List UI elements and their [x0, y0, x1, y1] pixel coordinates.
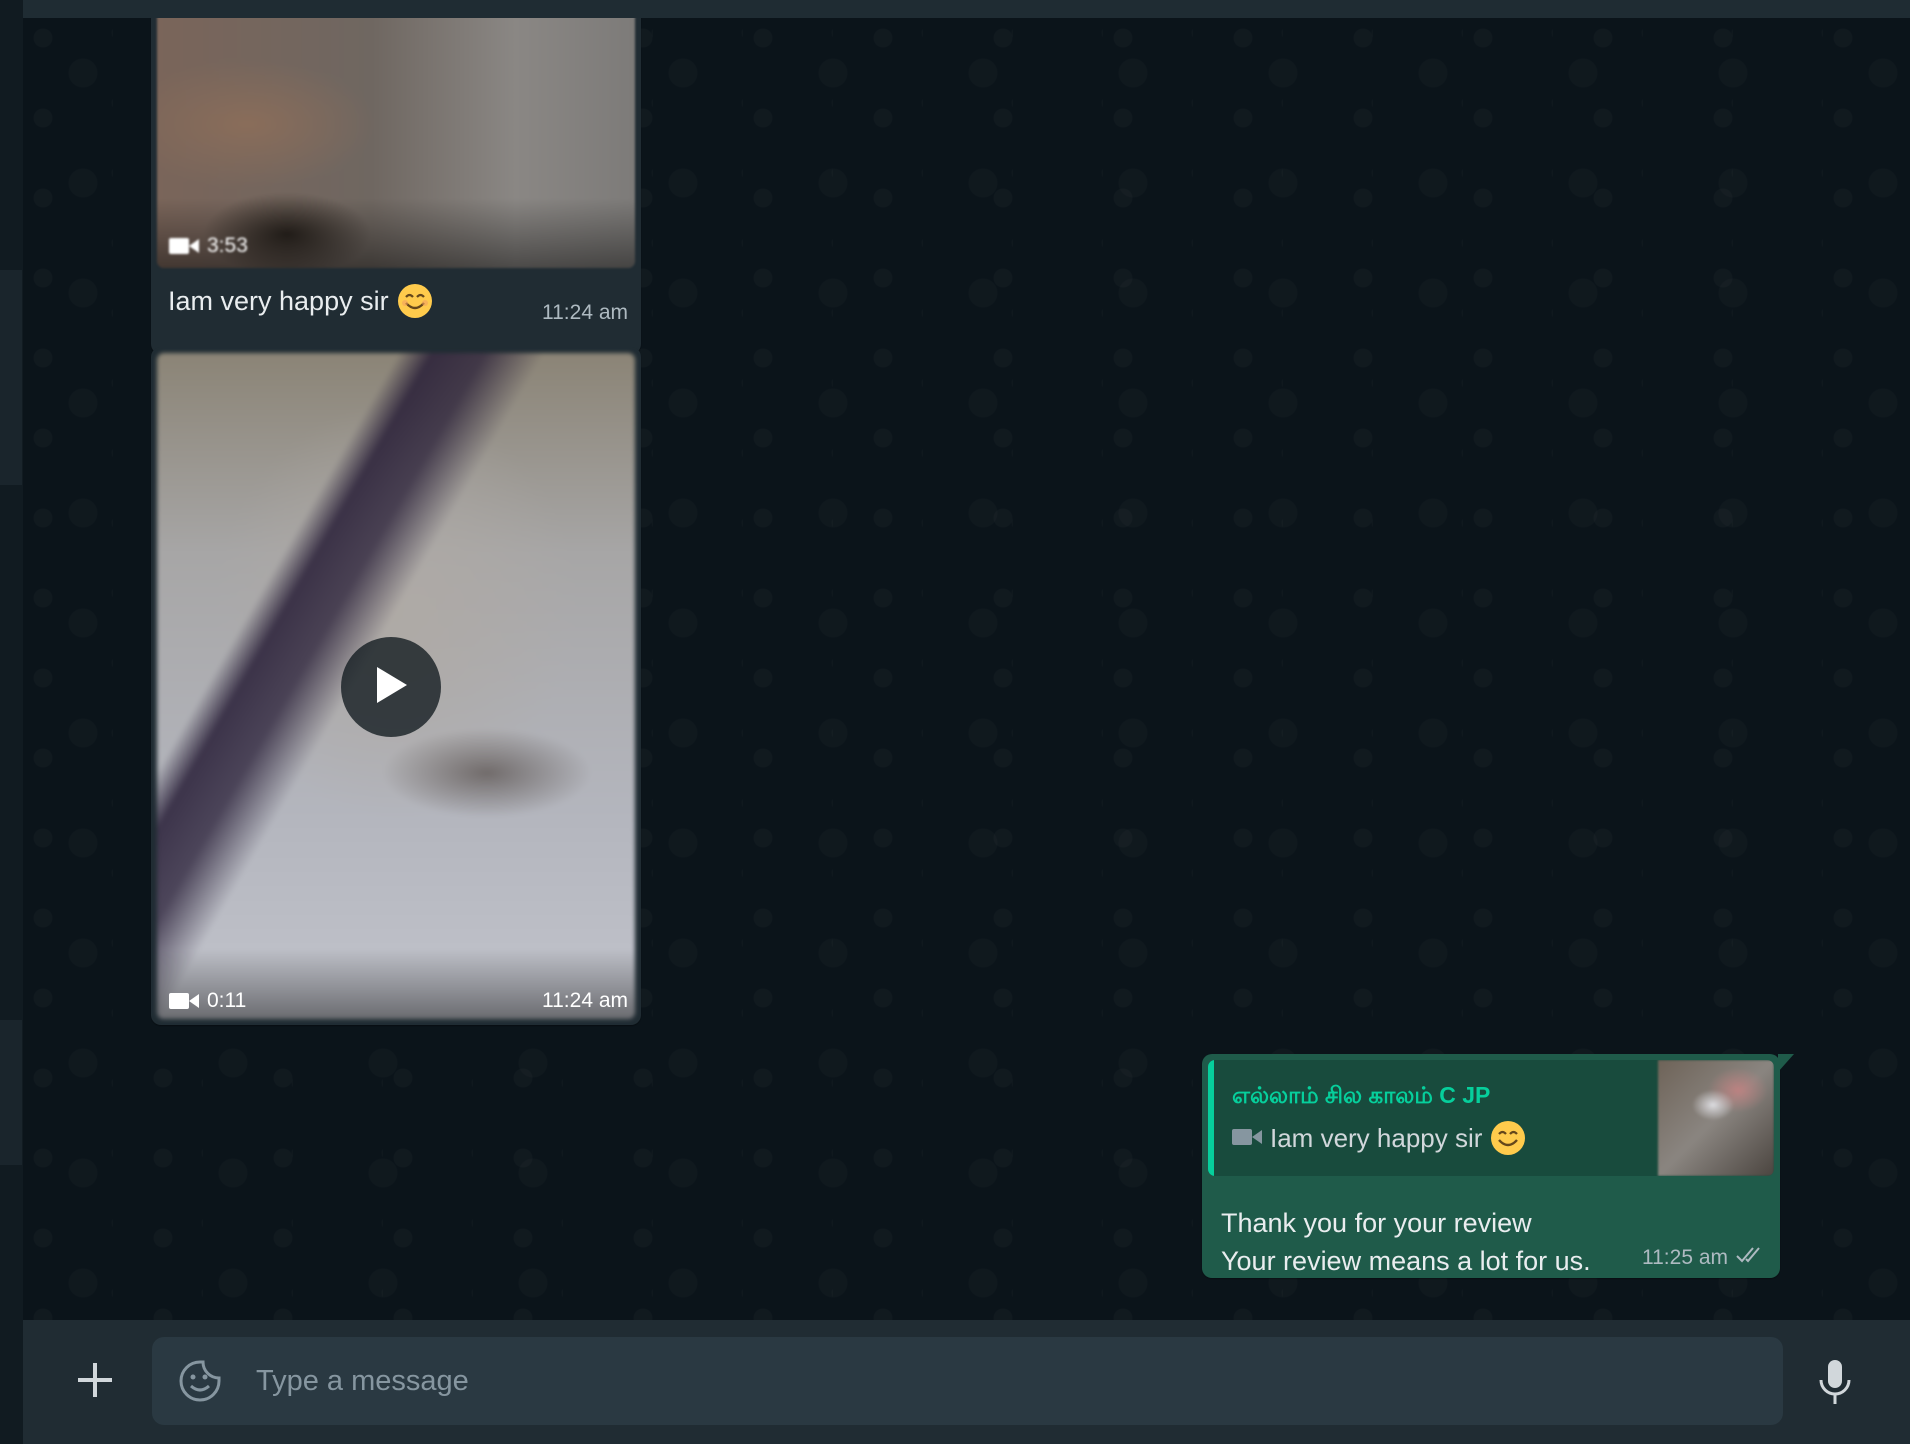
quoted-thumbnail — [1658, 1060, 1774, 1176]
smiling-face-icon — [1490, 1120, 1526, 1156]
message-input-box[interactable]: Type a message — [152, 1337, 1783, 1425]
message-text-line: Thank you for your review — [1221, 1208, 1532, 1238]
message-time: 11:24 am — [542, 301, 628, 324]
message-time: 11:24 am — [542, 989, 628, 1012]
video-icon — [169, 236, 199, 256]
message-composer: Type a message — [23, 1320, 1910, 1444]
sticker-button[interactable] — [178, 1359, 222, 1403]
voice-message-button[interactable] — [1813, 1356, 1857, 1408]
quoted-text: Iam very happy sir — [1232, 1120, 1526, 1156]
sticker-icon — [178, 1360, 222, 1407]
chat-list-edge — [0, 0, 24, 1444]
video-duration: 3:53 — [169, 234, 248, 258]
whatsapp-chat-window: 3:53 Iam very happy sir 11:24 am 0:11 11… — [0, 0, 1910, 1444]
plus-icon — [75, 1360, 115, 1405]
video-duration: 0:11 — [169, 989, 246, 1013]
smiling-face-icon — [397, 283, 433, 319]
play-button[interactable] — [341, 637, 441, 737]
video-thumbnail[interactable]: 3:53 — [157, 18, 635, 268]
message-time: 11:25 am — [1642, 1246, 1728, 1269]
message-text-line: Your review means a lot for us. — [1221, 1246, 1591, 1276]
incoming-video-message[interactable]: 3:53 Iam very happy sir 11:24 am — [151, 18, 641, 354]
attach-button[interactable] — [73, 1360, 117, 1404]
message-meta: 11:25 am — [1642, 1246, 1766, 1270]
incoming-video-message[interactable]: 0:11 11:24 am — [151, 347, 641, 1025]
message-list[interactable]: 3:53 Iam very happy sir 11:24 am 0:11 11… — [23, 18, 1910, 1320]
quoted-message[interactable]: எல்லாம் சில காலம் C JP Iam very happy si… — [1208, 1060, 1774, 1176]
double-check-icon — [1736, 1246, 1766, 1270]
video-icon — [169, 991, 199, 1011]
conversation-header-edge — [23, 0, 1910, 18]
play-icon — [373, 665, 409, 710]
outgoing-reply-message[interactable]: எல்லாம் சில காலம் C JP Iam very happy si… — [1202, 1054, 1794, 1278]
message-caption: Iam very happy sir — [168, 283, 433, 319]
video-icon — [1232, 1123, 1262, 1154]
quoted-author: எல்லாம் சில காலம் C JP — [1232, 1082, 1491, 1108]
microphone-icon — [1813, 1360, 1857, 1412]
message-input[interactable]: Type a message — [256, 1337, 469, 1425]
